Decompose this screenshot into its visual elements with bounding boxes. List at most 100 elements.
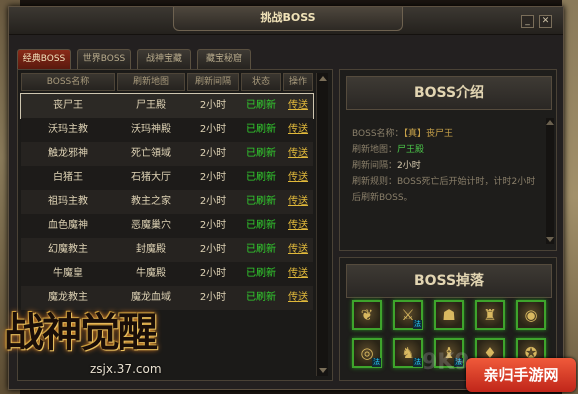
- boss-status: 已刷新: [246, 292, 276, 303]
- class-tag: 法: [372, 358, 381, 367]
- tab-treasure-cave[interactable]: 藏宝秘窟: [197, 49, 251, 69]
- teleport-link[interactable]: 传送: [283, 238, 313, 262]
- info-map-value: 尸王殿: [397, 145, 425, 155]
- watermark-text: 9K9: [422, 350, 470, 375]
- boss-info-panel: BOSS介绍 BOSS名称：【真】丧尸王 刷新地图：尸王殿 刷新间隔：2小时 刷…: [339, 69, 557, 251]
- drop-item-slot[interactable]: ◎ 法: [352, 338, 382, 368]
- boss-map: 牛魔殿: [136, 268, 166, 279]
- boss-interval: 2小时: [199, 268, 227, 279]
- tab-world-boss[interactable]: 世界BOSS: [77, 49, 131, 69]
- boss-interval: 2小时: [199, 196, 227, 207]
- armor-icon: ♜: [483, 306, 497, 324]
- boss-status: 已刷新: [246, 244, 276, 255]
- boss-map: 恶魔巢穴: [131, 220, 171, 231]
- boss-drop-heading: BOSS掉落: [346, 264, 552, 298]
- class-tag: 法: [413, 320, 422, 329]
- watermark-badge: 亲归手游网: [466, 358, 576, 392]
- info-interval-line: 刷新间隔：2小时: [352, 158, 542, 174]
- game-logo: 战神觉醒 zsjx.37.com: [4, 300, 194, 382]
- teleport-link[interactable]: 传送: [283, 166, 313, 190]
- info-name-value: 【真】丧尸王: [403, 129, 454, 139]
- boss-status: 已刷新: [246, 100, 276, 111]
- info-scrollbar[interactable]: [546, 118, 554, 244]
- boss-status: 已刷新: [246, 172, 276, 183]
- background-right: [562, 0, 578, 394]
- table-row[interactable]: 沃玛主教 沃玛神殿 2小时 已刷新 传送: [21, 118, 313, 142]
- boss-status: 已刷新: [246, 124, 276, 135]
- drop-item-slot[interactable]: ♞ 法: [393, 338, 423, 368]
- scroll-down-icon[interactable]: [319, 368, 327, 373]
- boss-interval: 2小时: [199, 172, 227, 183]
- boss-name: 触龙邪神: [48, 148, 88, 159]
- boss-interval: 2小时: [199, 148, 227, 159]
- teleport-link[interactable]: 传送: [283, 262, 313, 286]
- boss-map: 沃玛神殿: [131, 124, 171, 135]
- boss-interval: 2小时: [199, 100, 227, 111]
- list-scrollbar[interactable]: [316, 73, 328, 376]
- header-status: 状态: [241, 73, 281, 91]
- logo-url: zsjx.37.com: [90, 362, 162, 376]
- table-row[interactable]: 血色魔神 恶魔巢穴 2小时 已刷新 传送: [21, 214, 313, 238]
- boss-name: 白猪王: [53, 172, 83, 183]
- drop-item-slot[interactable]: ♜: [475, 300, 505, 330]
- teleport-link[interactable]: 传送: [283, 286, 313, 310]
- table-row[interactable]: 牛魔皇 牛魔殿 2小时 已刷新 传送: [21, 262, 313, 286]
- logo-title: 战神觉醒: [4, 309, 158, 356]
- necklace-icon: ❦: [360, 306, 374, 324]
- window-title: 挑战BOSS: [173, 7, 403, 31]
- header-boss-name: BOSS名称: [21, 73, 115, 91]
- scroll-up-icon[interactable]: [546, 120, 554, 125]
- header-map: 刷新地图: [117, 73, 185, 91]
- table-row[interactable]: 祖玛主教 教主之家 2小时 已刷新 传送: [21, 190, 313, 214]
- minimize-button[interactable]: _: [521, 15, 534, 28]
- boss-status: 已刷新: [246, 268, 276, 279]
- boss-map: 死亡領域: [131, 148, 171, 159]
- bracelet-icon: ◉: [524, 306, 538, 324]
- close-button[interactable]: ✕: [539, 15, 552, 28]
- header-action: 操作: [283, 73, 313, 91]
- boss-status: 已刷新: [246, 196, 276, 207]
- drop-item-slot[interactable]: ☗: [434, 300, 464, 330]
- teleport-link[interactable]: 传送: [283, 214, 313, 238]
- class-tag: 法: [413, 358, 422, 367]
- boss-info-heading: BOSS介绍: [346, 76, 552, 110]
- teleport-link[interactable]: 传送: [283, 94, 313, 118]
- scroll-up-icon[interactable]: [319, 76, 327, 81]
- tab-classic-boss[interactable]: 经典BOSS: [17, 49, 71, 69]
- table-row[interactable]: 白猪王 石猪大厅 2小时 已刷新 传送: [21, 166, 313, 190]
- boss-name: 牛魔皇: [53, 268, 83, 279]
- boss-name: 幻魔教主: [48, 244, 88, 255]
- boss-map: 教主之家: [131, 196, 171, 207]
- tab-war-god-treasure[interactable]: 战神宝藏: [137, 49, 191, 69]
- boss-interval: 2小时: [199, 292, 227, 303]
- boss-info-body: BOSS名称：【真】丧尸王 刷新地图：尸王殿 刷新间隔：2小时 刷新规则：BOS…: [352, 126, 542, 206]
- scroll-down-icon[interactable]: [546, 237, 554, 242]
- info-name-line: BOSS名称：【真】丧尸王: [352, 126, 542, 142]
- teleport-link[interactable]: 传送: [283, 118, 313, 142]
- boss-name: 沃玛主教: [48, 124, 88, 135]
- info-interval-value: 2小时: [397, 161, 421, 171]
- table-row[interactable]: 幻魔教主 封魔殿 2小时 已刷新 传送: [21, 238, 313, 262]
- title-bar: 挑战BOSS _ ✕: [9, 7, 563, 35]
- teleport-link[interactable]: 传送: [283, 190, 313, 214]
- boss-name: 丧尸王: [53, 100, 83, 111]
- boss-status: 已刷新: [246, 220, 276, 231]
- drop-item-slot[interactable]: ❦: [352, 300, 382, 330]
- info-interval-label: 刷新间隔：: [352, 161, 398, 171]
- boss-map: 尸王殿: [136, 100, 166, 111]
- info-rule-line: 刷新规则：BOSS死亡后开始计时，计时2小时后刷新BOSS。: [352, 174, 542, 206]
- boss-interval: 2小时: [199, 124, 227, 135]
- boss-name: 祖玛主教: [48, 196, 88, 207]
- helmet-icon: ☗: [442, 306, 456, 324]
- info-map-line: 刷新地图：尸王殿: [352, 142, 542, 158]
- boss-name: 血色魔神: [48, 220, 88, 231]
- drop-item-slot[interactable]: ◉: [516, 300, 546, 330]
- info-map-label: 刷新地图：: [352, 145, 398, 155]
- teleport-link[interactable]: 传送: [283, 142, 313, 166]
- boss-status: 已刷新: [246, 148, 276, 159]
- header-interval: 刷新间隔: [187, 73, 239, 91]
- drop-item-slot[interactable]: ⚔ 法: [393, 300, 423, 330]
- table-row[interactable]: 触龙邪神 死亡領域 2小时 已刷新 传送: [21, 142, 313, 166]
- table-row[interactable]: 丧尸王 尸王殿 2小时 已刷新 传送: [20, 93, 314, 119]
- boss-interval: 2小时: [199, 220, 227, 231]
